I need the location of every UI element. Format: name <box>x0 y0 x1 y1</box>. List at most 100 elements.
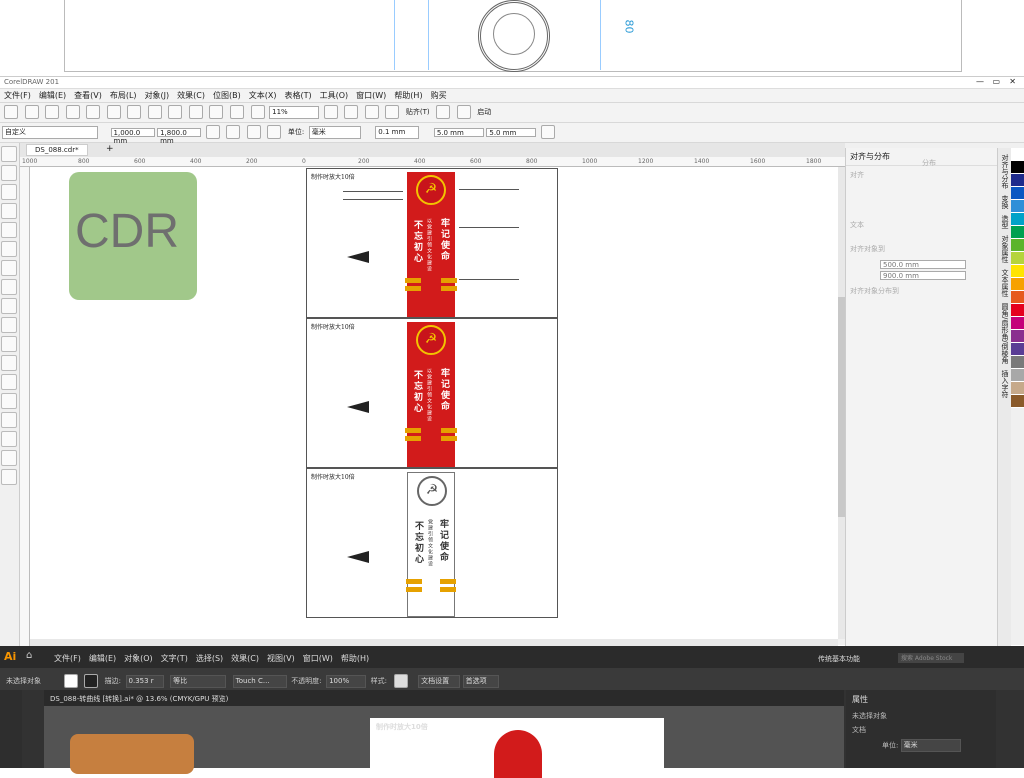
ai-menu-item[interactable]: 帮助(H) <box>341 653 369 664</box>
color-swatch[interactable] <box>1011 174 1024 187</box>
zoom-field[interactable]: 11% <box>269 105 320 119</box>
add-tool-icon[interactable] <box>1 469 17 485</box>
ai-document-tab[interactable]: DS_088-转曲线 [转换].ai* @ 13.6% (CMYK/GPU 预览… <box>50 694 228 704</box>
eyedropper-icon[interactable] <box>1 412 17 428</box>
freehand-tool-icon[interactable] <box>1 222 17 238</box>
launch-icon[interactable] <box>456 105 471 119</box>
color-swatch[interactable] <box>1011 382 1024 395</box>
ai-menu-item[interactable]: 效果(C) <box>231 653 259 664</box>
connector-tool-icon[interactable] <box>1 355 17 371</box>
menu-item[interactable]: 效果(C) <box>173 89 209 103</box>
drawing-canvas[interactable]: CDR 制作时放大10倍 ☭ 不忘初心 牢记使命 以党建引领文化建设 制作时放大… <box>30 167 838 639</box>
drop-shadow-icon[interactable] <box>1 374 17 390</box>
guides-icon[interactable] <box>385 105 400 119</box>
ai-menu-item[interactable]: 选择(S) <box>196 653 223 664</box>
spacing-v-field[interactable]: 900.0 mm <box>880 271 966 280</box>
ai-menu-item[interactable]: 视图(V) <box>267 653 295 664</box>
gear-icon[interactable] <box>436 105 451 119</box>
artistic-media-icon[interactable] <box>1 241 17 257</box>
menu-item[interactable]: 工具(O) <box>316 89 353 103</box>
menu-item[interactable]: 窗口(W) <box>352 89 390 103</box>
stock-search-input[interactable]: 搜索 Adobe Stock <box>898 653 964 663</box>
docker-tab[interactable]: 对象属性 <box>1000 235 1010 263</box>
align-buttons[interactable] <box>846 184 997 216</box>
menu-item[interactable]: 购买 <box>427 89 451 103</box>
fill-swatch[interactable] <box>63 674 78 688</box>
polygon-tool-icon[interactable] <box>1 298 17 314</box>
minimize-icon[interactable]: — <box>976 77 984 86</box>
color-swatch[interactable] <box>1011 304 1024 317</box>
transparency-icon[interactable] <box>1 393 17 409</box>
properties-unit-select[interactable]: 毫米 <box>900 739 961 752</box>
color-swatch[interactable] <box>1011 278 1024 291</box>
duplicate-x-field[interactable]: 5.0 mm <box>433 127 484 137</box>
search-content-icon[interactable] <box>188 105 203 119</box>
color-swatch[interactable] <box>1011 369 1024 382</box>
parallel-dimension-icon[interactable] <box>1 336 17 352</box>
menu-item[interactable]: 帮助(H) <box>390 89 426 103</box>
menu-item[interactable]: 编辑(E) <box>35 89 70 103</box>
ai-menu-item[interactable]: 编辑(E) <box>89 653 116 664</box>
pdf-icon[interactable] <box>250 105 265 119</box>
portrait-icon[interactable] <box>205 125 220 139</box>
menu-item[interactable]: 对象(J) <box>141 89 174 103</box>
undo-icon[interactable] <box>147 105 162 119</box>
nudge-field[interactable]: 0.1 mm <box>375 125 420 139</box>
scroll-thumb[interactable] <box>838 297 845 517</box>
docker-tab[interactable]: 圆角/扇形角/倒棱角 <box>1000 303 1010 364</box>
preferences-button[interactable]: 首选项 <box>462 674 499 688</box>
crop-tool-icon[interactable] <box>1 184 17 200</box>
workspace-switcher[interactable]: 传统基本功能 <box>818 654 860 664</box>
maximize-icon[interactable]: ▭ <box>992 77 1000 86</box>
import-icon[interactable] <box>209 105 224 119</box>
docker-tab[interactable]: 造型 <box>1000 215 1010 229</box>
full-screen-icon[interactable] <box>323 105 338 119</box>
open-icon[interactable] <box>24 105 39 119</box>
color-swatch[interactable] <box>1011 200 1024 213</box>
paste-icon[interactable] <box>127 105 142 119</box>
color-swatch[interactable] <box>1011 213 1024 226</box>
print-icon[interactable] <box>65 105 80 119</box>
home-icon[interactable]: ⌂ <box>26 650 32 661</box>
grid-icon[interactable] <box>364 105 379 119</box>
landscape-icon[interactable] <box>226 125 241 139</box>
menu-item[interactable]: 文本(X) <box>245 89 281 103</box>
docker-tab[interactable]: 文本属性 <box>1000 269 1010 297</box>
rulers-icon[interactable] <box>344 105 359 119</box>
vertical-scrollbar[interactable] <box>838 167 845 639</box>
add-icon[interactable] <box>540 125 555 139</box>
color-swatch[interactable] <box>1011 239 1024 252</box>
artboard-section[interactable]: 制作时放大10倍 ☭ 不忘初心 牢记使命 以党建引领文化建设 <box>306 318 558 468</box>
stroke-weight-field[interactable]: 0.353 r <box>125 674 164 688</box>
smart-fill-icon[interactable] <box>1 450 17 466</box>
close-icon[interactable]: ✕ <box>1009 77 1016 86</box>
copy-icon[interactable] <box>106 105 121 119</box>
add-tab-icon[interactable]: + <box>106 144 114 154</box>
page-height-field[interactable]: 1,800.0 mm <box>157 127 202 145</box>
color-swatch[interactable] <box>1011 317 1024 330</box>
color-swatch[interactable] <box>1011 265 1024 278</box>
ai-menu-item[interactable]: 文件(F) <box>54 653 81 664</box>
page-preset-select[interactable]: 自定义 <box>2 125 98 139</box>
color-swatch[interactable] <box>1011 330 1024 343</box>
stroke-swatch[interactable] <box>84 674 99 688</box>
horizontal-scrollbar[interactable] <box>30 639 838 646</box>
new-icon[interactable] <box>4 105 18 119</box>
color-swatch[interactable] <box>1011 356 1024 369</box>
save-icon[interactable] <box>45 105 60 119</box>
color-swatch[interactable] <box>1011 148 1024 161</box>
brush-select[interactable]: Touch C... <box>232 674 287 688</box>
unit-select[interactable]: 毫米 <box>308 125 361 139</box>
docker-tab[interactable]: 变换 <box>1000 195 1010 209</box>
snap-to-button[interactable]: 贴齐(T) <box>406 107 430 117</box>
color-swatch[interactable] <box>1011 291 1024 304</box>
menu-item[interactable]: 位图(B) <box>209 89 245 103</box>
variable-width-select[interactable]: 等比 <box>170 674 227 688</box>
interactive-fill-icon[interactable] <box>1 431 17 447</box>
document-setup-button[interactable]: 文档设置 <box>418 674 461 688</box>
ai-menu-item[interactable]: 窗口(W) <box>303 653 333 664</box>
opacity-field[interactable]: 100% <box>326 674 367 688</box>
docker-tab[interactable]: 对齐与分布 <box>1000 154 1010 189</box>
color-swatch[interactable] <box>1011 343 1024 356</box>
artboard-section[interactable]: 制作时放大10倍 ☭ 不忘初心 牢记使命 以党建引领文化建设 <box>306 168 558 318</box>
